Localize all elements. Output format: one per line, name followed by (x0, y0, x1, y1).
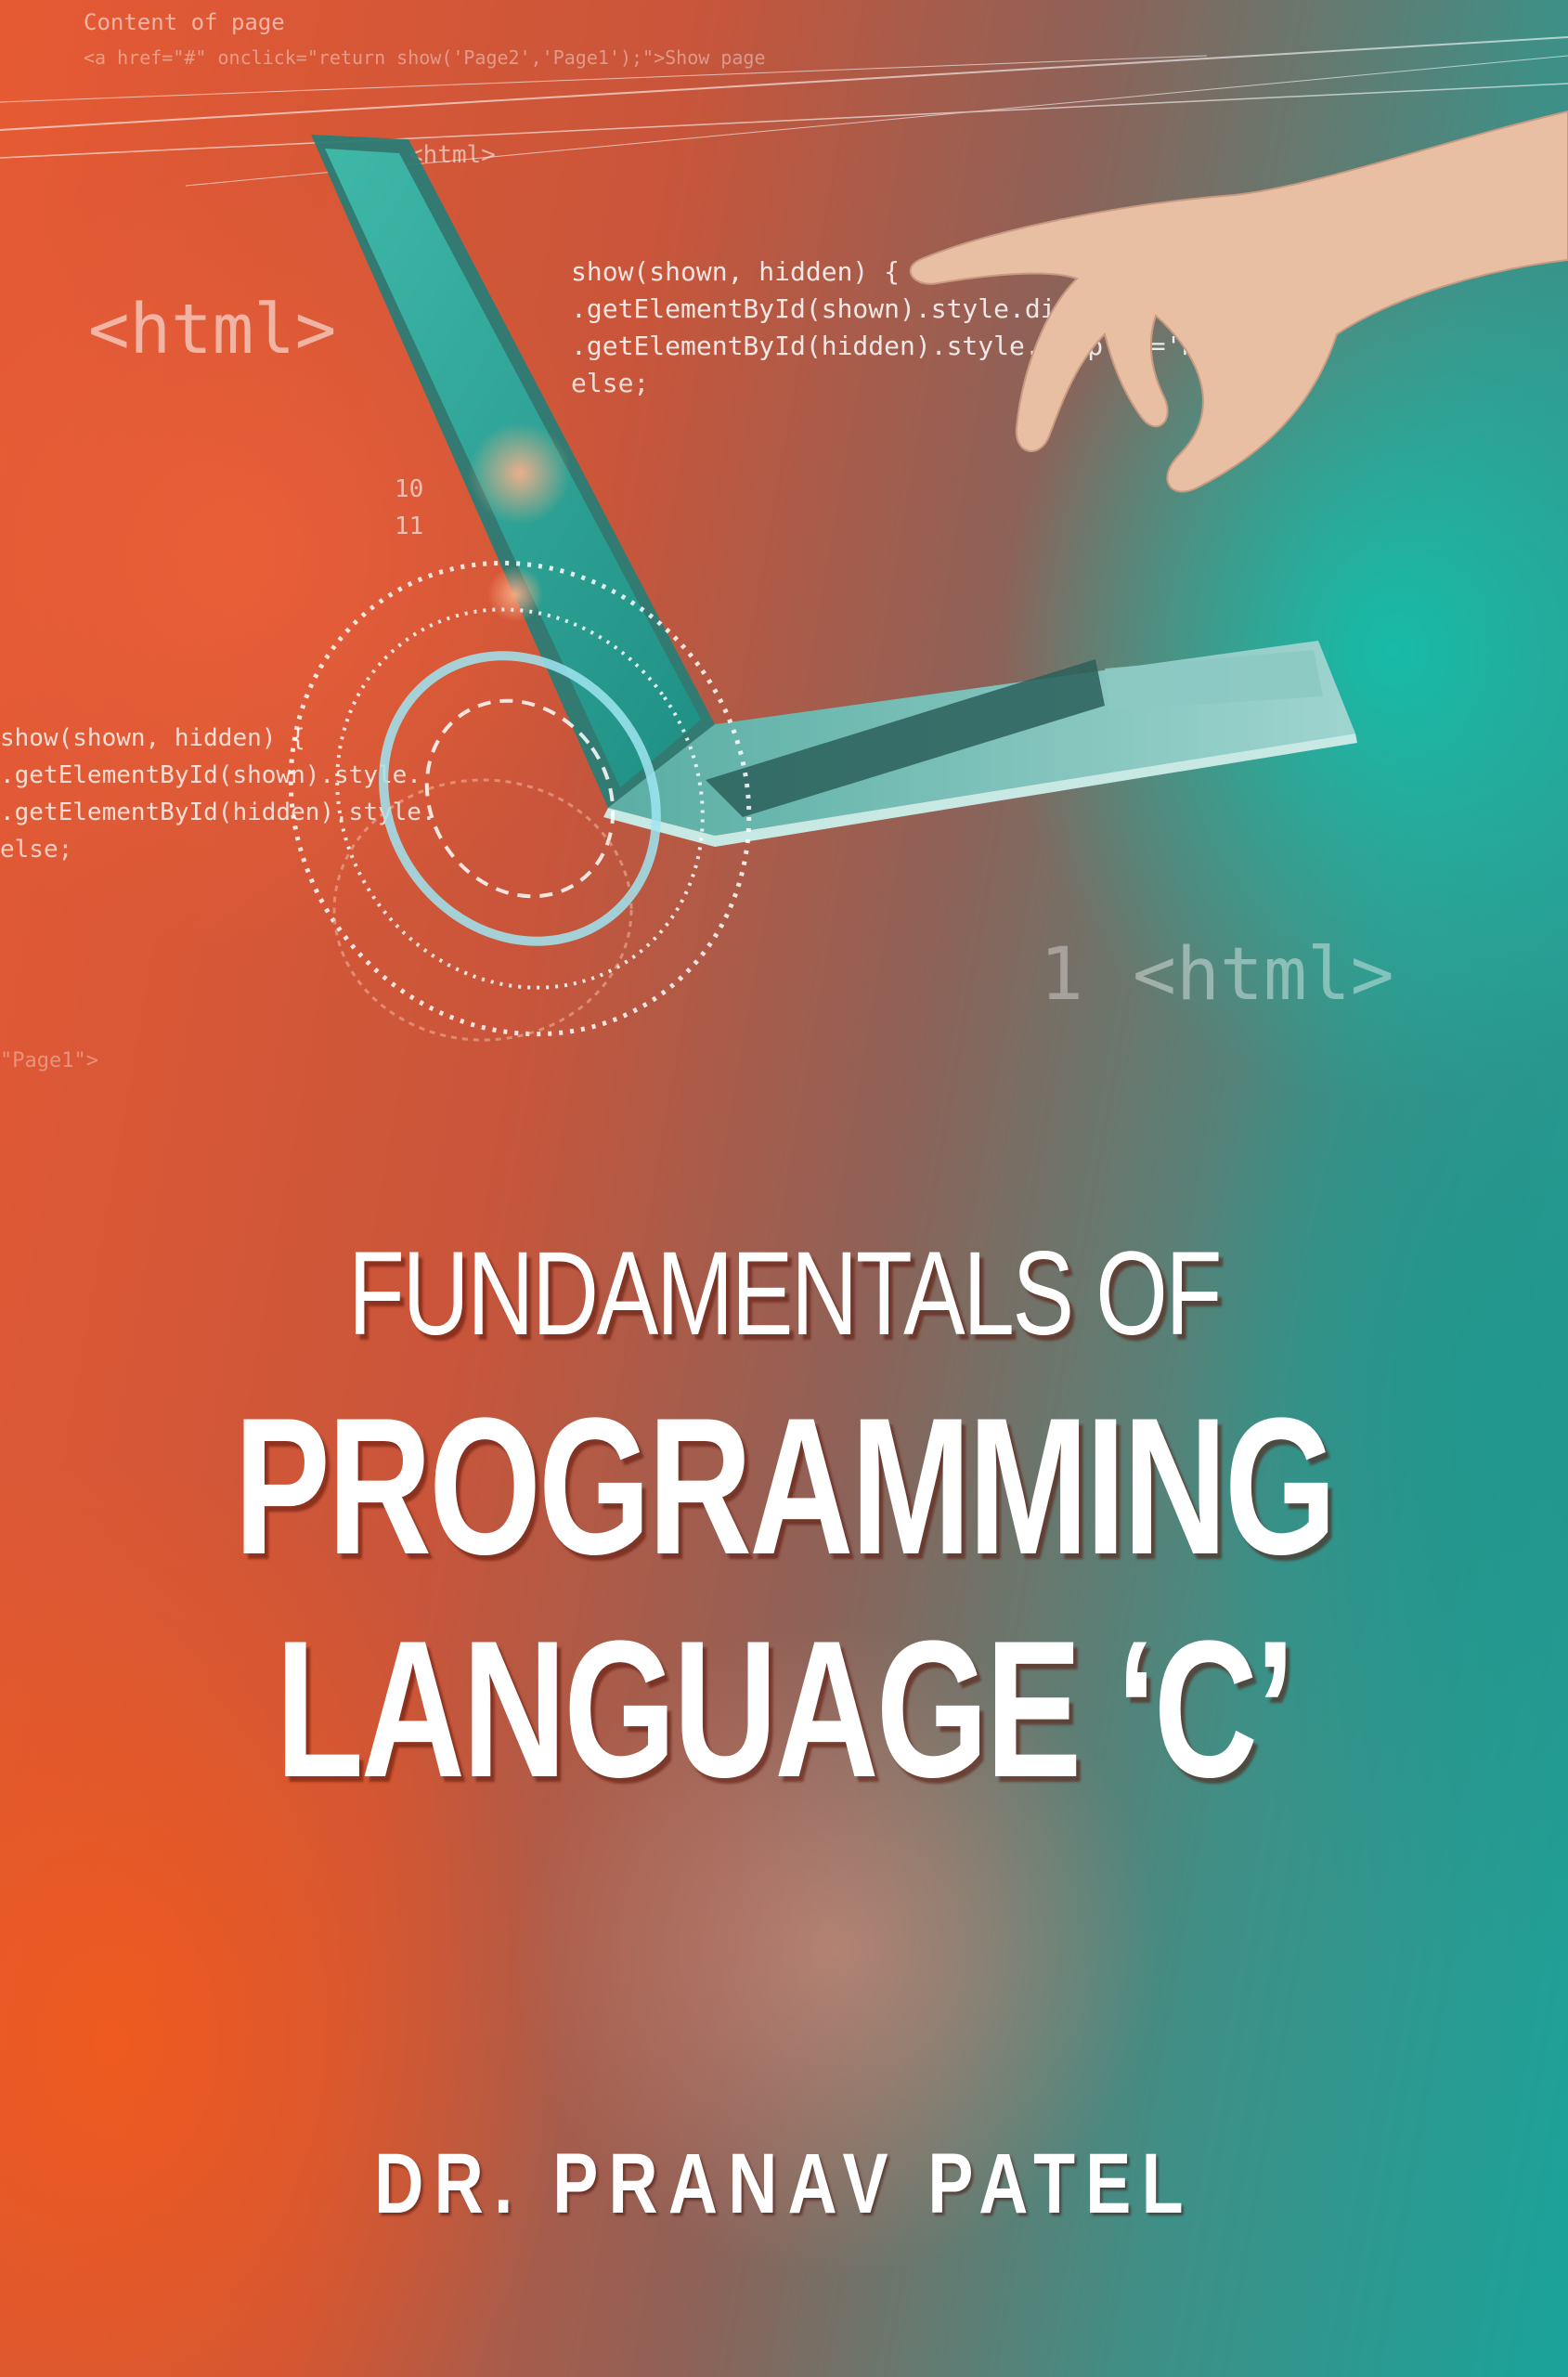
title-line-2: PROGRAMMING (234, 1377, 1337, 1595)
hand-icon (909, 110, 1568, 493)
title-line-1: FUNDAMENTALS OF (347, 1227, 1223, 1360)
author-name: DR. PRANAV PATEL (374, 2137, 1194, 2231)
light-streaks (0, 36, 1568, 187)
title-line-3: LANGUAGE ‘C’ (275, 1600, 1295, 1818)
cover-illustration (0, 36, 1568, 1042)
book-cover: Content of page <a href="#" onclick="ret… (0, 0, 1568, 2377)
